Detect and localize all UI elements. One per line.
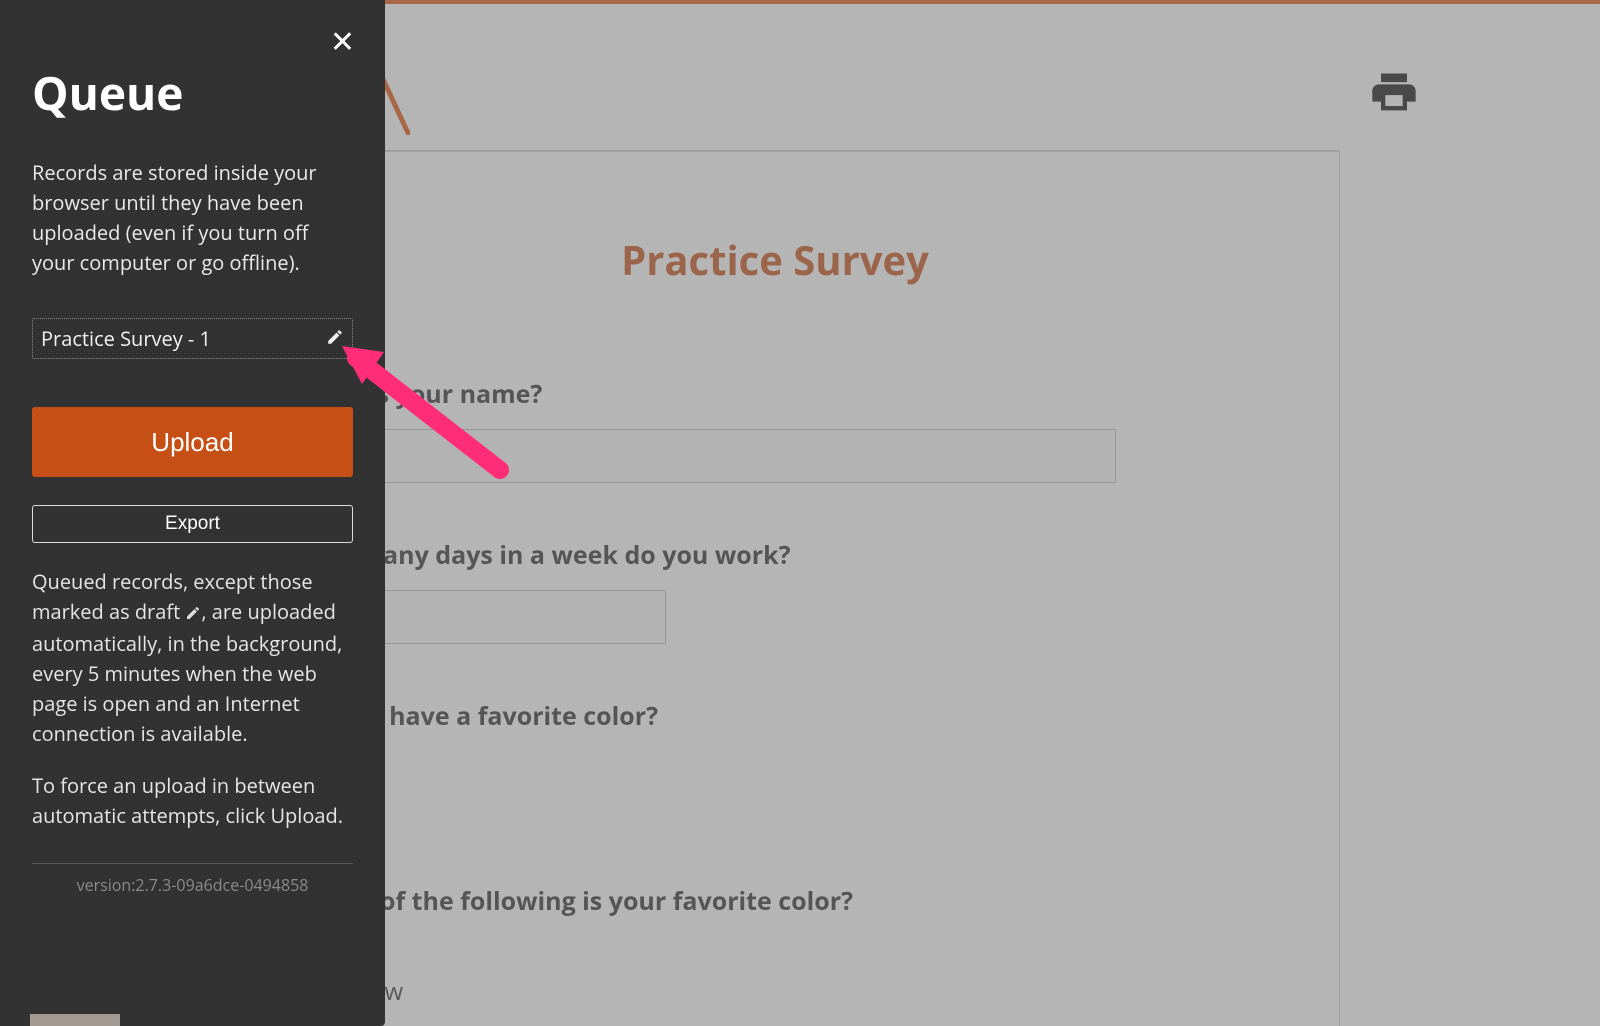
info-force-upload: To force an upload in between automatic …: [32, 771, 353, 831]
sidebar-title: Queue: [32, 62, 353, 124]
close-icon[interactable]: ✕: [330, 20, 355, 61]
pencil-icon: [185, 599, 201, 629]
upload-button[interactable]: Upload: [32, 407, 353, 477]
export-button[interactable]: Export: [32, 505, 353, 543]
info-queued: Queued records, except those marked as d…: [32, 567, 353, 749]
queue-item[interactable]: Practice Survey - 1: [32, 318, 353, 359]
sidebar-description: Records are stored inside your browser u…: [32, 158, 353, 278]
version-text: version:2.7.3-09a6dce-0494858: [32, 874, 353, 896]
bottom-strip: [30, 1014, 120, 1026]
queue-sidebar: ✕ Queue Records are stored inside your b…: [0, 0, 385, 1026]
queue-item-label: Practice Survey - 1: [41, 325, 211, 352]
pencil-icon[interactable]: [326, 325, 344, 352]
